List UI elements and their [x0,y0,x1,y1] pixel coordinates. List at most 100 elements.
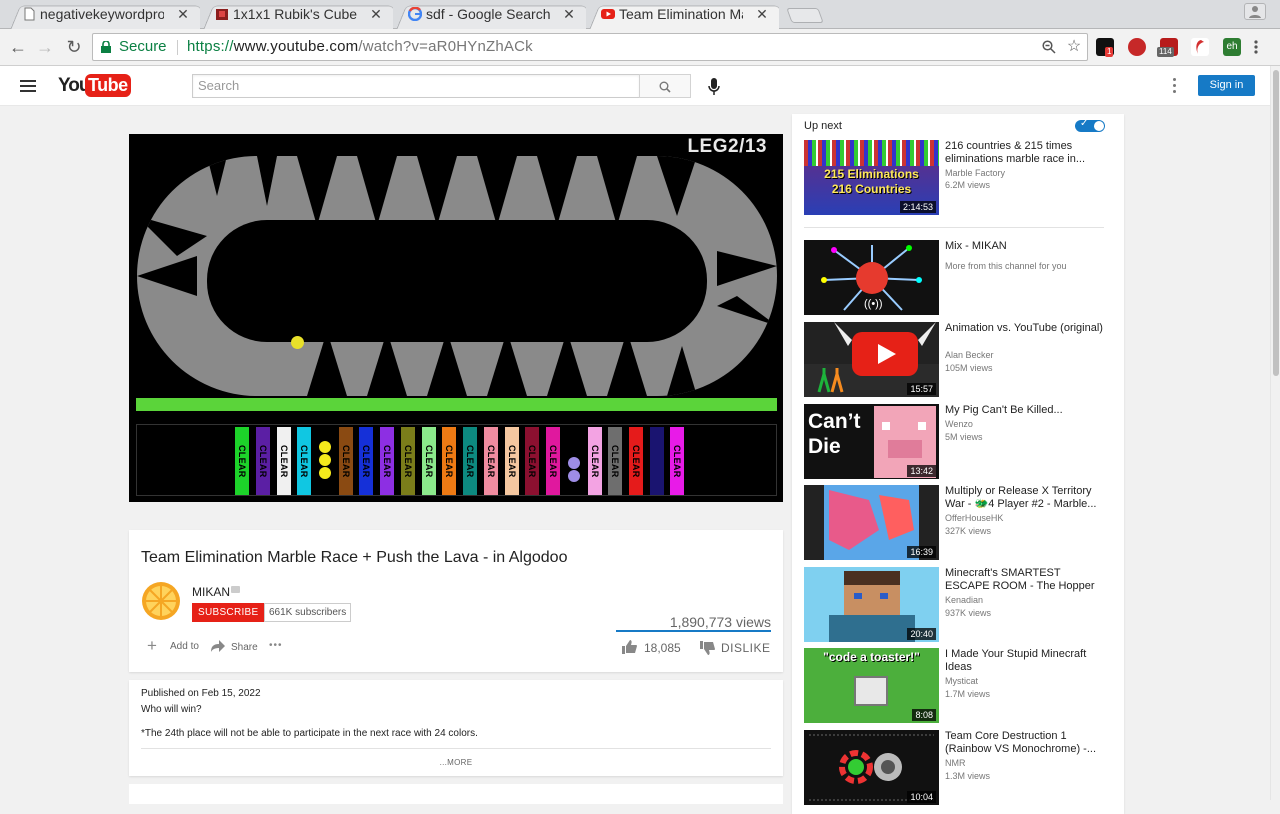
related-video[interactable]: 15:57 Animation vs. YouTube (original) A… [804,322,1104,398]
add-to-button[interactable]: Add to [170,641,199,652]
video-thumbnail[interactable]: "code a toaster!" 8:08 [804,648,939,723]
lane-brown: CLEAR [339,427,353,495]
subscribe-button[interactable]: SUBSCRIBE [192,603,265,622]
page-icon [24,7,35,21]
browser-tab-3[interactable]: sdf - Google Search ✕ [386,0,586,29]
video-title[interactable]: Multiply or Release X Territory War - 🐲4… [945,485,1105,511]
video-thumbnail[interactable]: 10:04 [804,730,939,805]
extension-icon-2[interactable] [1128,38,1146,56]
sentiment-bar [616,630,771,632]
dislike-icon[interactable] [699,641,715,655]
zoom-icon[interactable] [1038,34,1060,63]
lane-teal: CLEAR [463,427,477,495]
url-text[interactable]: https://www.youtube.com/watch?v=aR0HYnZh… [187,34,533,60]
channel-name: OfferHouseHK [945,513,1004,523]
video-player[interactable]: LEG2/13 CLEAR CLEAR CLEAR CLEAR CLEAR CL… [129,134,783,502]
browser-tab-2[interactable]: 1x1x1 Rubik's Cube ✕ [193,0,393,29]
back-button[interactable]: ← [5,29,31,66]
star-icon[interactable]: ☆ [1063,34,1085,60]
show-more-button[interactable]: ...MORE [141,748,771,767]
extension-icon-1[interactable]: 1 [1096,38,1114,57]
lane-magenta: CLEAR [546,427,560,495]
forward-button[interactable]: → [32,29,58,66]
related-video[interactable]: 215 Eliminations 216 Countries 2:14:53 2… [804,140,1104,216]
extension-icon-5[interactable]: eh [1223,38,1241,56]
search-button[interactable] [639,74,691,98]
video-thumbnail[interactable]: 20:40 [804,567,939,642]
related-video[interactable]: 10:04 Team Core Destruction 1 (Rainbow V… [804,730,1104,806]
video-title[interactable]: Team Core Destruction 1 (Rainbow VS Mono… [945,730,1105,756]
person-icon [1249,6,1261,18]
search-input[interactable]: Search [192,74,640,98]
microphone-icon[interactable] [708,78,720,96]
video-thumbnail[interactable]: 15:57 [804,322,939,397]
page-scrollbar[interactable] [1270,66,1280,800]
channel-avatar[interactable] [141,581,181,621]
divider [804,227,1104,228]
menu-icon[interactable] [1253,38,1261,56]
thumb-text: 216 Countries [831,182,912,196]
toaster-art [854,676,888,706]
channel-name: NMR [945,758,966,768]
thumb-text: "code a toaster!" [823,650,920,664]
lane-maroon: CLEAR [525,427,539,495]
view-count: 5M views [945,432,983,442]
related-video[interactable]: Can’t Die 13:42 My Pig Can't Be Killed..… [804,404,1104,480]
reload-button[interactable]: ↻ [61,29,87,66]
video-title[interactable]: Mix - MIKAN [945,240,1105,253]
video-thumbnail[interactable]: 16:39 [804,485,939,560]
extension-icon-4[interactable] [1191,38,1209,56]
video-title[interactable]: 216 countries & 215 times eliminations m… [945,140,1105,166]
ext-badge: 1 [1105,47,1114,57]
flags-strip [804,140,939,166]
thumb-text: 215 Eliminations [824,167,919,181]
new-tab-button[interactable] [786,8,824,23]
extension-icon-3[interactable]: 114 [1157,38,1178,57]
more-actions-icon[interactable]: ••• [269,640,283,651]
video-title[interactable]: My Pig Can't Be Killed... [945,404,1105,417]
address-bar[interactable]: Secure https://www.youtube.com/watch?v=a… [92,33,1088,61]
subscriber-count: 661K subscribers [264,603,352,622]
marble-track [137,156,777,396]
character-art [844,571,900,615]
profile-button[interactable] [1244,3,1266,20]
share-icon[interactable] [210,639,226,653]
like-count[interactable]: 18,085 [644,641,681,655]
lane-lavender-balls [567,427,581,495]
sign-in-button[interactable]: Sign in [1198,75,1255,96]
video-duration: 8:08 [912,709,936,721]
channel-name: Mysticat [945,676,979,686]
share-button[interactable]: Share [231,642,258,653]
related-video[interactable]: ((•)) Mix - MIKAN More from this channel… [804,240,1104,316]
autoplay-toggle[interactable]: ✓ [1075,118,1105,132]
browser-tab-4-active[interactable]: Team Elimination Ma ✕ [579,0,779,29]
video-title[interactable]: Animation vs. YouTube (original) [945,322,1105,335]
related-video[interactable]: 16:39 Multiply or Release X Territory Wa… [804,485,1104,561]
tab-title: 1x1x1 Rubik's Cube [233,6,357,22]
channel-name[interactable]: MIKAN [192,585,230,599]
like-icon[interactable] [621,640,637,654]
channel-name: Kenadian [945,595,984,605]
add-to-icon[interactable]: + [147,636,157,656]
close-icon[interactable]: ✕ [174,0,192,29]
close-icon[interactable]: ✕ [560,0,578,29]
scrollbar-thumb[interactable] [1273,70,1279,376]
lava-bar [136,398,777,411]
guide-menu-icon[interactable] [20,80,36,92]
video-title[interactable]: Minecraft's SMARTEST ESCAPE ROOM - The H… [945,567,1105,593]
video-thumbnail[interactable]: Can’t Die 13:42 [804,404,939,479]
check-icon: ✓ [1080,118,1089,129]
video-thumbnail[interactable]: ((•)) [804,240,939,315]
settings-more-icon[interactable] [1172,78,1178,94]
cube-icon [216,9,228,20]
close-icon[interactable]: ✕ [367,0,385,29]
related-video[interactable]: "code a toaster!" 8:08 I Made Your Stupi… [804,648,1104,724]
browser-tab-1[interactable]: negativekeywordpro ✕ [0,0,200,29]
video-title[interactable]: I Made Your Stupid Minecraft Ideas [945,648,1105,674]
close-icon[interactable]: ✕ [753,0,771,29]
video-thumbnail[interactable]: 215 Eliminations 216 Countries 2:14:53 [804,140,939,215]
dislike-label[interactable]: DISLIKE [721,641,771,655]
logo-tube: Tube [85,74,131,97]
view-count: 6.2M views [945,180,991,190]
related-video[interactable]: 20:40 Minecraft's SMARTEST ESCAPE ROOM -… [804,567,1104,643]
